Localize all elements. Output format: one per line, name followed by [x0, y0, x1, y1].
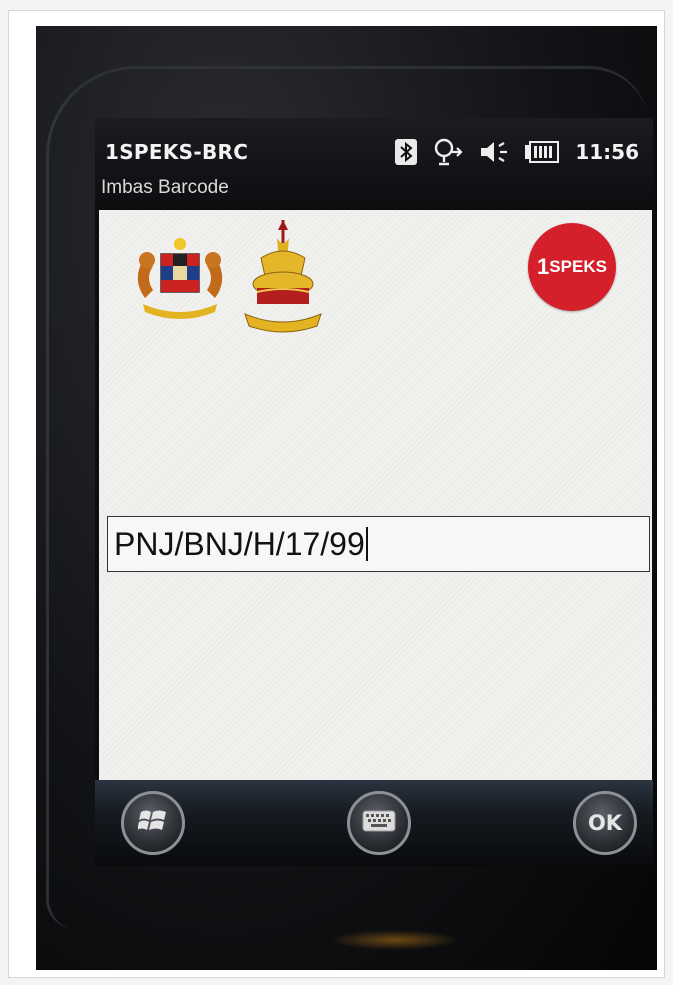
status-icons: 11:56 — [395, 136, 639, 168]
screen-subtitle: Imbas Barcode — [101, 177, 229, 198]
connectivity-icon[interactable] — [433, 138, 463, 166]
app-title: 1SPEKS-BRC — [105, 140, 249, 164]
ok-label: OK — [587, 811, 623, 835]
windows-logo-icon — [137, 806, 168, 840]
selangor-crest — [239, 218, 327, 342]
device-screen: 1SPEKS-BRC Imbas Barcode 11:56 1 SPEKS P… — [95, 118, 653, 866]
device-indicator-light — [330, 930, 460, 950]
bluetooth-icon[interactable] — [395, 139, 418, 165]
keyboard-icon — [362, 810, 396, 836]
main-content: 1 SPEKS PNJ/BNJ/H/17/99 — [99, 210, 652, 780]
ok-button[interactable]: OK — [573, 791, 637, 855]
malaysia-coat-of-arms — [127, 234, 233, 324]
logo-word: SPEKS — [549, 257, 607, 276]
text-caret — [365, 527, 368, 561]
speaker-icon[interactable] — [479, 139, 509, 165]
barcode-value: PNJ/BNJ/H/17/99 — [114, 525, 365, 562]
battery-icon[interactable] — [525, 141, 560, 163]
logo-number: 1 — [537, 254, 550, 279]
soft-key-bar: OK — [95, 780, 653, 866]
barcode-input[interactable]: PNJ/BNJ/H/17/99 — [107, 516, 650, 572]
start-button[interactable] — [121, 791, 185, 855]
1speks-logo: 1 SPEKS — [528, 223, 616, 311]
keyboard-button[interactable] — [347, 791, 411, 855]
title-bar: 1SPEKS-BRC Imbas Barcode 11:56 — [95, 118, 653, 210]
clock[interactable]: 11:56 — [575, 140, 639, 164]
